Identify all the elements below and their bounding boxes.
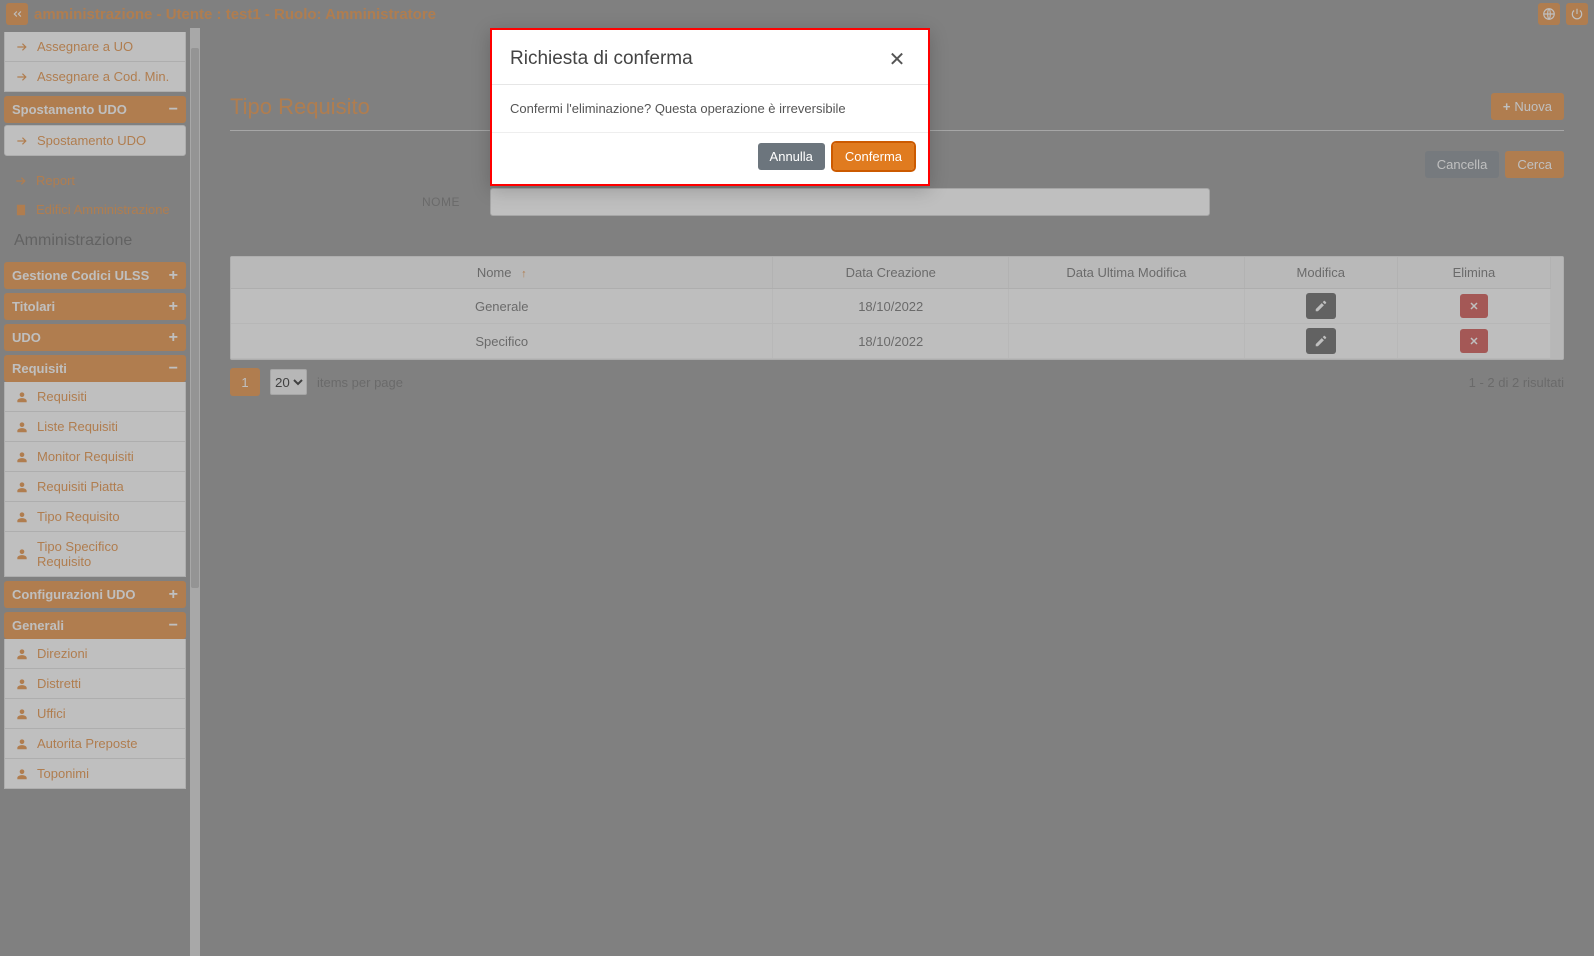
dialog-body: Confermi l'eliminazione? Questa operazio…	[492, 85, 928, 133]
dialog-cancel-button[interactable]: Annulla	[758, 143, 825, 170]
dialog-confirm-button[interactable]: Conferma	[833, 143, 914, 170]
button-label: Conferma	[845, 149, 902, 164]
close-icon: ✕	[889, 47, 906, 72]
button-label: Annulla	[770, 149, 813, 164]
confirm-dialog: Richiesta di conferma ✕ Confermi l'elimi…	[490, 28, 930, 186]
dialog-close-button[interactable]: ✕	[884, 46, 910, 72]
dialog-title: Richiesta di conferma	[510, 48, 693, 70]
